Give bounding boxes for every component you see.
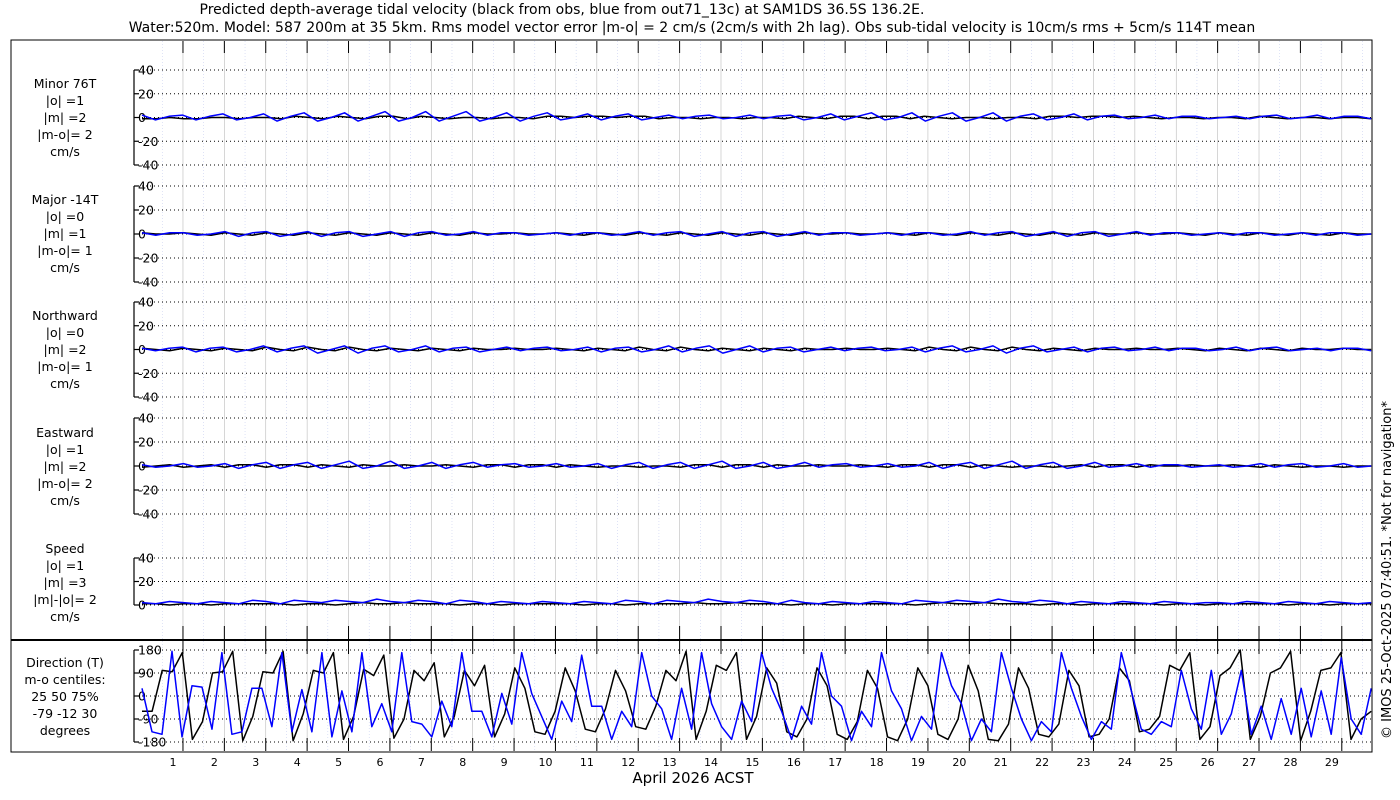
- panel-label-line: |o| =1: [46, 558, 84, 573]
- x-tick-label: 26: [1201, 756, 1215, 769]
- x-tick-label: 13: [663, 756, 677, 769]
- panels-layer: Minor 76T |o| =1 |m| =2 |m-o|= 2 cm/s -40 -20 0…: [24, 63, 1372, 750]
- panel-0: Minor 76T |o| =1 |m| =2 |m-o|= 2 cm/s -40 -20 0…: [34, 63, 1372, 173]
- panel-label-line: cm/s: [50, 144, 80, 159]
- panel-label-line: degrees: [40, 723, 90, 738]
- y-tick-label: 40: [138, 551, 154, 566]
- x-tick-label: 16: [787, 756, 801, 769]
- panel-label-line: Minor 76T: [34, 76, 97, 91]
- copyright-note: © IMOS 25-Oct-2025 07:40:51. *Not for na…: [1380, 401, 1395, 739]
- x-tick-label: 2: [211, 756, 218, 769]
- x-tick-label: 12: [621, 756, 635, 769]
- panel-label-line: 25 50 75%: [31, 689, 99, 704]
- y-tick-label: -20: [138, 483, 158, 498]
- chart-title-line-2: Water:520m. Model: 587 200m at 35 5km. R…: [129, 20, 1256, 36]
- x-tick-label: 1: [170, 756, 177, 769]
- panel-label-line: cm/s: [50, 609, 80, 624]
- x-tick-label: 14: [704, 756, 718, 769]
- panel-label-line: Speed: [45, 541, 84, 556]
- panel-1: Major -14T |o| =0 |m| =1 |m-o|= 1 cm/s -40 -20…: [32, 179, 1372, 290]
- panel-5: Direction (T) m-o centiles: 25 50 75% -79 -…: [24, 643, 1372, 750]
- y-tick-label: 40: [138, 411, 154, 426]
- panel-label-line: |o| =0: [46, 209, 85, 224]
- x-tick-label: 7: [418, 756, 425, 769]
- x-tick-label: 22: [1035, 756, 1049, 769]
- y-tick-label: 20: [138, 574, 154, 589]
- y-tick-label: -180: [138, 735, 166, 750]
- panel-label-line: |m| =2: [44, 342, 87, 357]
- panel-2: Northward|o| =0|m| =2|m-o|= 1cm/s-40-200…: [32, 295, 1372, 405]
- x-axis-label: April 2026 ACST: [632, 769, 754, 787]
- x-tick-label: 6: [376, 756, 383, 769]
- x-tick-label: 8: [459, 756, 466, 769]
- x-tick-label: 5: [335, 756, 342, 769]
- y-tick-label: -40: [138, 275, 158, 290]
- y-tick-label: -40: [138, 390, 158, 405]
- panel-label-line: m-o centiles:: [24, 672, 105, 687]
- panel-label-line: |m-o|= 1: [37, 243, 92, 258]
- panel-label-line: Northward: [32, 308, 98, 323]
- x-tick-label: 9: [501, 756, 508, 769]
- panel-label-line: |m| =2: [44, 459, 87, 474]
- plot-frame: [10, 39, 1373, 753]
- panel-label-line: Major -14T: [32, 192, 99, 207]
- chart-title-line-1: Predicted depth-average tidal velocity (…: [200, 2, 925, 18]
- y-tick-label: 180: [138, 643, 162, 658]
- panel-label-line: Direction (T): [26, 655, 104, 670]
- x-tick-label: 23: [1077, 756, 1091, 769]
- panel-3: Eastward|o| =1|m| =2|m-o|= 2cm/s-40-2002…: [36, 411, 1372, 522]
- panel-label-line: |m|-|o|= 2: [33, 592, 97, 607]
- panel-label-line: cm/s: [50, 376, 80, 391]
- model-series-line: [141, 110, 1372, 122]
- x-tick-label: 29: [1325, 756, 1339, 769]
- x-tick-label: 25: [1159, 756, 1173, 769]
- y-tick-label: -40: [138, 158, 158, 173]
- panel-label-line: |o| =1: [46, 93, 84, 108]
- x-tick-label: 15: [745, 756, 759, 769]
- y-tick-label: -20: [138, 134, 158, 149]
- panel-label-line: |m| =3: [44, 575, 87, 590]
- y-tick-label: 0: [138, 110, 146, 125]
- panel-label-line: |o| =1: [46, 442, 84, 457]
- tidal-velocity-chart: Predicted depth-average tidal velocity (…: [10, 2, 1395, 787]
- y-tick-label: 20: [138, 318, 154, 333]
- y-tick-label: 90: [138, 666, 154, 681]
- y-tick-label: 40: [138, 63, 154, 78]
- x-tick-label: 20: [952, 756, 966, 769]
- y-tick-label: -20: [138, 251, 158, 266]
- panel-label-line: |m-o|= 2: [37, 127, 92, 142]
- x-tick-label: 11: [580, 756, 594, 769]
- panel-label-line: cm/s: [50, 260, 80, 275]
- x-tick-label: 3: [252, 756, 259, 769]
- y-tick-label: 20: [138, 435, 154, 450]
- y-tick-label: -40: [138, 507, 158, 522]
- x-tick-label: 24: [1118, 756, 1132, 769]
- x-tick-label: 21: [994, 756, 1008, 769]
- x-tick-label: 4: [294, 756, 301, 769]
- panel-label-line: cm/s: [50, 493, 80, 508]
- y-tick-label: 20: [138, 203, 154, 218]
- x-tick-label: 18: [870, 756, 884, 769]
- panel-label-line: |m-o|= 2: [37, 476, 92, 491]
- x-axis-ticks: 1 2 3 4 5 6 7 8 9 10 11 12 13 14 15 16 17 18 19 20 21 22 23 24 2…: [170, 41, 1343, 769]
- y-tick-label: 0: [138, 598, 146, 613]
- x-tick-label: 19: [911, 756, 925, 769]
- y-tick-label: 20: [138, 86, 154, 101]
- y-tick-label: 40: [138, 179, 154, 194]
- y-tick-label: -20: [138, 366, 158, 381]
- panel-label-line: |m| =2: [44, 110, 87, 125]
- panel-label-line: |m| =1: [44, 226, 87, 241]
- x-tick-label: 17: [828, 756, 842, 769]
- panel-4: Speed |o| =1 |m| =3 |m|-|o|= 2 cm/s 0 20 40: [33, 541, 1372, 624]
- panel-label-line: |m-o|= 1: [37, 359, 92, 374]
- x-tick-label: 28: [1283, 756, 1297, 769]
- y-tick-label: 40: [138, 295, 154, 310]
- panel-label-line: |o| =0: [46, 325, 85, 340]
- panel-label-line: -79 -12 30: [33, 706, 98, 721]
- panel-label-line: Eastward: [36, 425, 94, 440]
- x-tick-label: 10: [539, 756, 553, 769]
- x-tick-label: 27: [1242, 756, 1256, 769]
